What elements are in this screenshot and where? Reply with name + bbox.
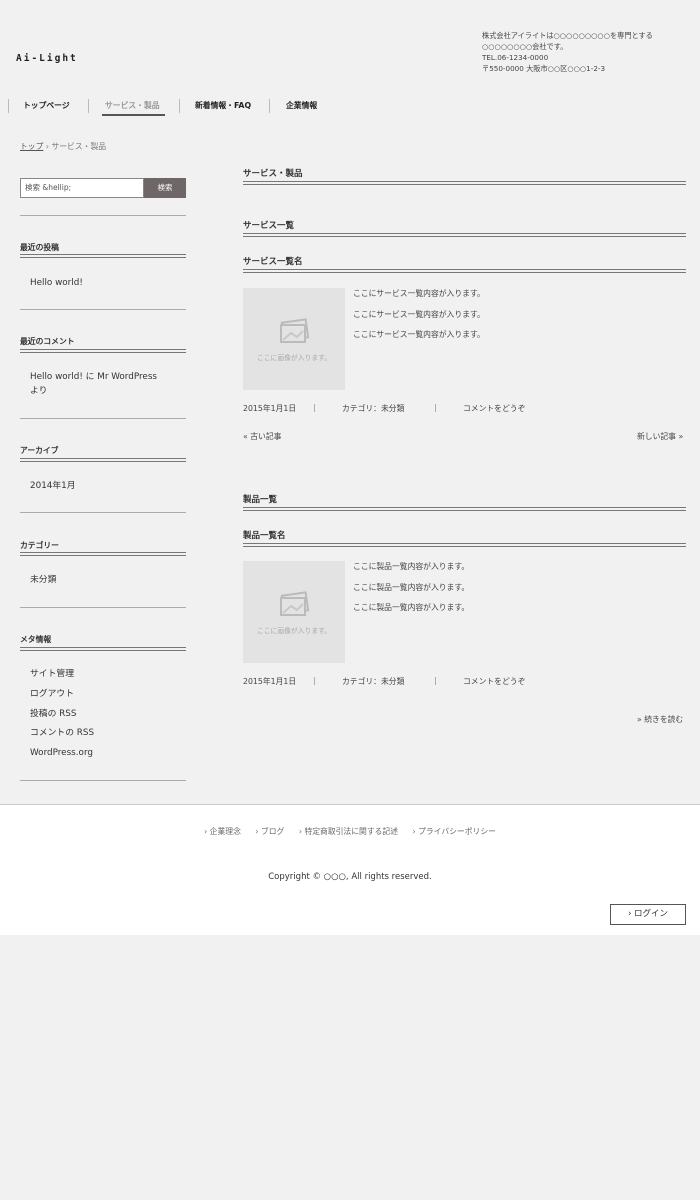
meta-link-logout[interactable]: ログアウト xyxy=(30,687,74,701)
categories-title: カテゴリー xyxy=(20,541,59,550)
widget-title-rule xyxy=(20,458,186,462)
company-line: 株式会社アイライトは○○○○○○○○○を専門とする xyxy=(482,31,653,40)
post-comment-link[interactable]: コメントをどうぞ xyxy=(463,676,525,687)
post-comment-link[interactable]: コメントをどうぞ xyxy=(463,403,525,414)
title-rule xyxy=(243,181,686,185)
company-phone: TEL.06-1234-0000 xyxy=(482,53,549,62)
product-section-title: 製品一覧 xyxy=(243,495,278,505)
nav-divider xyxy=(179,99,180,113)
footer-links: › 企業理念 › ブログ › 特定商取引法に関する記述 › プライバシーポリシー xyxy=(0,826,700,837)
image-placeholder-icon xyxy=(280,318,310,343)
thumbnail-placeholder-text: ここに画像が入ります。 xyxy=(256,354,332,362)
older-posts-link[interactable]: « 古い記事 xyxy=(243,431,281,442)
breadcrumb: トップ › サービス・製品 xyxy=(20,141,106,152)
widget-title-rule xyxy=(20,349,186,353)
title-rule xyxy=(243,543,686,547)
recent-comment-link[interactable]: Hello world! に Mr WordPress xyxy=(30,370,157,384)
title-rule xyxy=(243,233,686,237)
page-title: サービス・製品 xyxy=(243,169,303,179)
sidebar-divider xyxy=(20,418,186,419)
category-link[interactable]: 未分類 xyxy=(30,573,56,587)
breadcrumb-current: サービス・製品 xyxy=(51,142,107,151)
service-thumbnail[interactable]: ここに画像が入ります。 xyxy=(243,288,345,390)
image-placeholder-icon xyxy=(280,591,310,616)
login-button[interactable]: › ログイン xyxy=(610,904,686,925)
footer-link-privacy[interactable]: › プライバシーポリシー xyxy=(413,827,496,836)
search-button[interactable]: 検索 xyxy=(144,178,186,198)
site-logo[interactable]: Ai-Light xyxy=(16,53,78,64)
widget-title-rule xyxy=(20,552,186,556)
archive-link[interactable]: 2014年1月 xyxy=(30,479,76,493)
sidebar-divider xyxy=(20,607,186,608)
copyright: Copyright © ○○○, All rights reserved. xyxy=(268,872,432,882)
sidebar-divider xyxy=(20,512,186,513)
service-post-title[interactable]: サービス一覧名 xyxy=(243,255,303,267)
footer-link-blog[interactable]: › ブログ xyxy=(255,827,284,836)
nav-item-top[interactable]: トップページ xyxy=(23,100,70,111)
read-more-link[interactable]: » 続きを読む xyxy=(637,714,683,725)
sidebar-divider xyxy=(20,309,186,310)
recent-posts-title: 最近の投稿 xyxy=(20,243,59,252)
service-post-meta: 2015年1月1日 | カテゴリ：未分類 | コメントをどうぞ xyxy=(243,403,525,414)
recent-comments-title: 最近のコメント xyxy=(20,337,75,346)
meta-link-wordpress[interactable]: WordPress.org xyxy=(30,746,93,760)
breadcrumb-home-link[interactable]: トップ xyxy=(20,142,43,151)
product-excerpt-line: ここに製品一覧内容が入ります。 xyxy=(353,562,470,571)
company-address: 〒550-0000 大阪市○○区○○○1-2-3 xyxy=(482,64,606,73)
widget-title-rule xyxy=(20,254,186,258)
company-info: 株式会社アイライトは○○○○○○○○○を専門とする ○○○○○○○○会社です。 … xyxy=(482,30,694,74)
nav-divider xyxy=(88,99,89,113)
sidebar-divider xyxy=(20,215,186,216)
sidebar-divider xyxy=(20,780,186,781)
meta-link-admin[interactable]: サイト管理 xyxy=(30,667,74,681)
product-post-meta: 2015年1月1日 | カテゴリ：未分類 | コメントをどうぞ xyxy=(243,676,525,687)
title-rule xyxy=(243,269,686,273)
meta-separator: | xyxy=(313,676,316,685)
site-footer: › 企業理念 › ブログ › 特定商取引法に関する記述 › プライバシーポリシー… xyxy=(0,804,700,935)
search-input[interactable]: 検索 &hellip; xyxy=(20,178,144,198)
footer-link-commerce-law[interactable]: › 特定商取引法に関する記述 xyxy=(299,827,398,836)
company-line: ○○○○○○○○会社です。 xyxy=(482,42,568,51)
thumbnail-placeholder-text: ここに画像が入ります。 xyxy=(256,627,332,635)
nav-item-company[interactable]: 企業情報 xyxy=(286,100,317,111)
meta-separator: | xyxy=(313,403,316,412)
post-category[interactable]: カテゴリ：未分類 xyxy=(342,676,404,687)
post-category[interactable]: カテゴリ：未分類 xyxy=(342,403,404,414)
post-date[interactable]: 2015年1月1日 xyxy=(243,404,296,413)
meta-link-comments-rss[interactable]: コメントの RSS xyxy=(30,726,94,740)
widget-title-rule xyxy=(20,647,186,651)
post-date[interactable]: 2015年1月1日 xyxy=(243,677,296,686)
recent-comment-suffix: より xyxy=(30,386,48,396)
meta-link-posts-rss[interactable]: 投稿の RSS xyxy=(30,707,76,721)
service-section-title: サービス一覧 xyxy=(243,221,295,231)
title-rule xyxy=(243,507,686,511)
archives-title: アーカイブ xyxy=(20,446,59,455)
service-excerpt-line: ここにサービス一覧内容が入ります。 xyxy=(353,310,485,319)
product-excerpt-line: ここに製品一覧内容が入ります。 xyxy=(353,583,470,592)
nav-active-underline xyxy=(102,114,165,116)
product-thumbnail[interactable]: ここに画像が入ります。 xyxy=(243,561,345,663)
recent-post-link[interactable]: Hello world! xyxy=(30,276,83,290)
nav-item-services[interactable]: サービス・製品 xyxy=(105,100,160,111)
meta-separator: | xyxy=(434,676,437,685)
meta-title: メタ情報 xyxy=(20,635,52,644)
footer-link-philosophy[interactable]: › 企業理念 xyxy=(204,827,241,836)
service-excerpt-line: ここにサービス一覧内容が入ります。 xyxy=(353,289,485,298)
nav-item-news[interactable]: 新着情報・FAQ xyxy=(195,100,251,111)
nav-divider xyxy=(8,99,9,113)
meta-separator: | xyxy=(434,403,437,412)
service-excerpt-line: ここにサービス一覧内容が入ります。 xyxy=(353,330,485,339)
product-post-title[interactable]: 製品一覧名 xyxy=(243,529,286,541)
nav-divider xyxy=(269,99,270,113)
product-excerpt-line: ここに製品一覧内容が入ります。 xyxy=(353,603,470,612)
newer-posts-link[interactable]: 新しい記事 » xyxy=(637,431,683,442)
